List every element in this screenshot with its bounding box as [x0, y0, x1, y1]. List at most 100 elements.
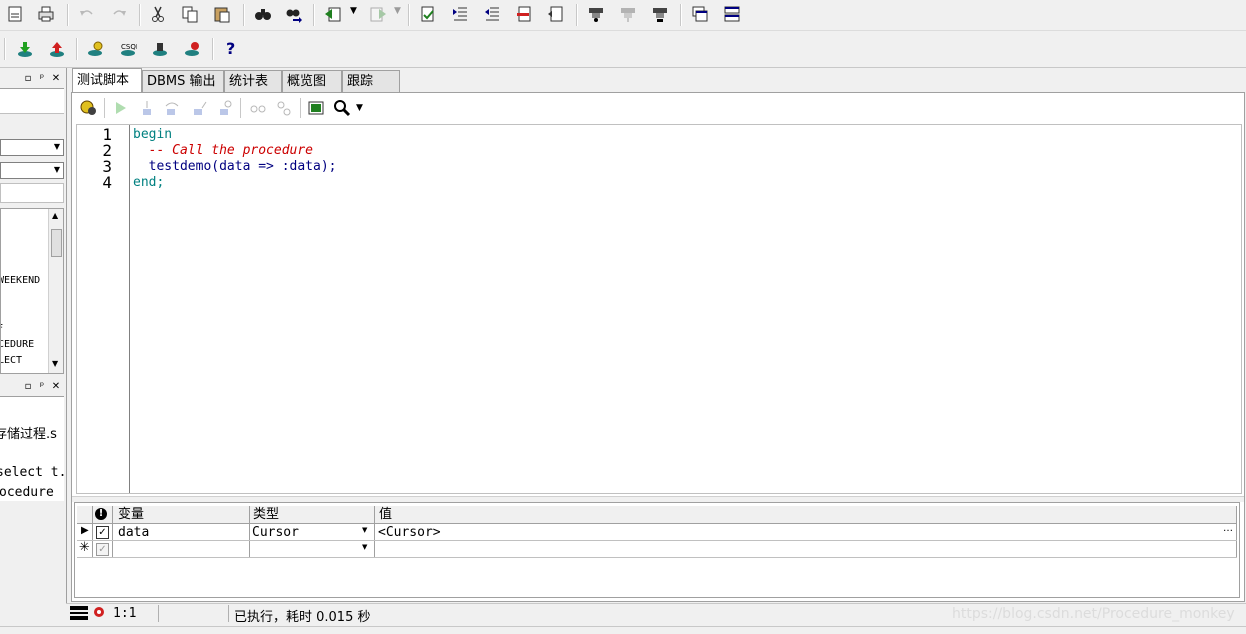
tile-icon[interactable] — [720, 2, 744, 26]
scroll-thumb[interactable] — [51, 229, 62, 257]
decrease-indent-icon[interactable] — [480, 2, 504, 26]
db-objects-icon[interactable] — [84, 37, 108, 61]
refresh-icon[interactable] — [93, 606, 105, 622]
ellipsis-button[interactable]: … — [1223, 523, 1233, 534]
run-icon[interactable] — [108, 96, 132, 120]
uncomment-icon[interactable] — [544, 2, 568, 26]
step-icon[interactable] — [648, 2, 672, 26]
code-line[interactable]: begin — [133, 127, 172, 143]
type-dropdown[interactable]: ▼ — [0, 162, 64, 179]
tree-scrollbar[interactable]: ▲ ▼ — [48, 209, 63, 373]
tab-statistics[interactable]: 统计表 — [224, 70, 282, 92]
comment-icon[interactable] — [512, 2, 536, 26]
float-icon[interactable]: ▫ — [22, 381, 34, 393]
increase-indent-icon[interactable] — [448, 2, 472, 26]
forward-icon[interactable] — [366, 2, 390, 26]
breakpoint-icon[interactable] — [246, 96, 270, 120]
float-icon[interactable]: ▫ — [22, 73, 34, 85]
code-editor[interactable] — [76, 124, 1242, 494]
grid-col-divider — [112, 506, 113, 558]
grid-col-divider — [374, 506, 375, 558]
tab-trace[interactable]: 跟踪 — [342, 70, 400, 92]
tree-item[interactable]: F — [1, 323, 3, 334]
info-icon: ! — [95, 508, 107, 520]
redo-icon[interactable] — [107, 2, 131, 26]
replace-icon[interactable] — [282, 2, 306, 26]
type-cell[interactable]: Cursor — [252, 525, 299, 541]
panel-header: ▫ ᵖ ✕ — [0, 380, 64, 397]
tree-item[interactable]: CEDURE — [1, 339, 34, 350]
object-tree[interactable]: WEEKEND F CEDURE LECT ▲ ▼ — [0, 208, 64, 374]
help-button[interactable]: ? — [226, 39, 235, 58]
pin-icon[interactable]: ᵖ — [36, 381, 48, 393]
chevron-down-icon[interactable]: ▼ — [356, 103, 363, 113]
scroll-up-icon[interactable]: ▲ — [52, 211, 58, 220]
step-into-icon[interactable] — [134, 96, 158, 120]
cursor-position: 1:1 — [113, 606, 137, 621]
filter-input[interactable] — [0, 183, 64, 203]
column-header-variable[interactable]: 变量 — [118, 507, 144, 523]
toolbar-separator — [139, 4, 141, 26]
window-item[interactable]: select t.* — [0, 465, 64, 480]
new-doc-icon[interactable] — [3, 2, 27, 26]
grid-col-divider — [1236, 506, 1237, 558]
chevron-down-icon[interactable]: ▼ — [394, 6, 401, 16]
disconnect-icon[interactable] — [180, 37, 204, 61]
row-enabled-checkbox[interactable]: ✓ — [96, 526, 109, 539]
toolbar-separator — [313, 4, 315, 26]
row-enabled-checkbox[interactable]: ✓ — [96, 543, 109, 556]
connect-icon[interactable] — [148, 37, 172, 61]
value-cell[interactable]: <Cursor> — [378, 525, 441, 541]
cut-icon[interactable] — [146, 2, 170, 26]
toolbar-separator — [576, 4, 578, 26]
export-icon[interactable] — [45, 37, 69, 61]
variable-cell[interactable]: data — [118, 525, 149, 541]
grid-row-divider — [77, 557, 1237, 558]
type-dropdown-icon[interactable]: ▼ — [362, 543, 367, 551]
code-line[interactable]: testdemo(data => :data); — [133, 159, 337, 175]
step-over-icon[interactable] — [160, 96, 184, 120]
column-header-value[interactable]: 值 — [379, 507, 392, 523]
indent-icon[interactable] — [416, 2, 440, 26]
row-pointer-icon: ▶ — [81, 525, 89, 536]
tree-item[interactable]: WEEKEND — [1, 275, 40, 286]
type-dropdown-icon[interactable]: ▼ — [362, 526, 367, 534]
undo-icon[interactable] — [75, 2, 99, 26]
line-gutter-divider — [129, 125, 130, 493]
tree-item[interactable]: LECT — [1, 355, 22, 366]
window-item[interactable]: 存储过程.s — [0, 423, 57, 442]
run-to-exception-icon[interactable] — [212, 96, 236, 120]
dbms-output-icon[interactable] — [304, 96, 328, 120]
toolbar-separator — [104, 98, 106, 118]
copy-icon[interactable] — [178, 2, 202, 26]
tab-overview[interactable]: 概览图 — [282, 70, 342, 92]
paste-icon[interactable] — [210, 2, 234, 26]
pin-icon[interactable]: ᵖ — [36, 73, 48, 85]
window-item[interactable]: ocedure — [0, 485, 54, 500]
import-icon[interactable] — [13, 37, 37, 61]
scroll-down-icon[interactable]: ▼ — [52, 359, 58, 368]
code-comment[interactable]: -- Call the procedure — [133, 143, 313, 159]
close-icon[interactable]: ✕ — [50, 381, 62, 393]
code-line[interactable]: end; — [133, 175, 164, 191]
find-icon[interactable] — [251, 2, 275, 26]
step-out-icon[interactable] — [188, 96, 212, 120]
column-header-type[interactable]: 类型 — [253, 507, 279, 523]
window-list-icon[interactable] — [688, 2, 712, 26]
debug-start-icon[interactable] — [76, 96, 100, 120]
tab-test-script[interactable]: 测试脚本 — [72, 68, 142, 93]
exec-icon[interactable] — [584, 2, 608, 26]
back-icon[interactable] — [321, 2, 345, 26]
panel-header: ▫ ᵖ ✕ — [0, 72, 64, 89]
chevron-down-icon[interactable]: ▼ — [350, 6, 357, 16]
watch-icon[interactable] — [272, 96, 296, 120]
debug-icon[interactable] — [616, 2, 640, 26]
close-icon[interactable]: ✕ — [50, 73, 62, 85]
tab-dbms-output[interactable]: DBMS 输出 — [142, 70, 224, 92]
menu-icon[interactable] — [70, 606, 88, 620]
zoom-icon[interactable] — [330, 96, 354, 120]
sql-icon[interactable]: CSQL — [116, 37, 140, 61]
toolbar-separator — [243, 4, 245, 26]
print-icon[interactable] — [34, 2, 58, 26]
owner-dropdown[interactable]: ▼ — [0, 139, 64, 156]
